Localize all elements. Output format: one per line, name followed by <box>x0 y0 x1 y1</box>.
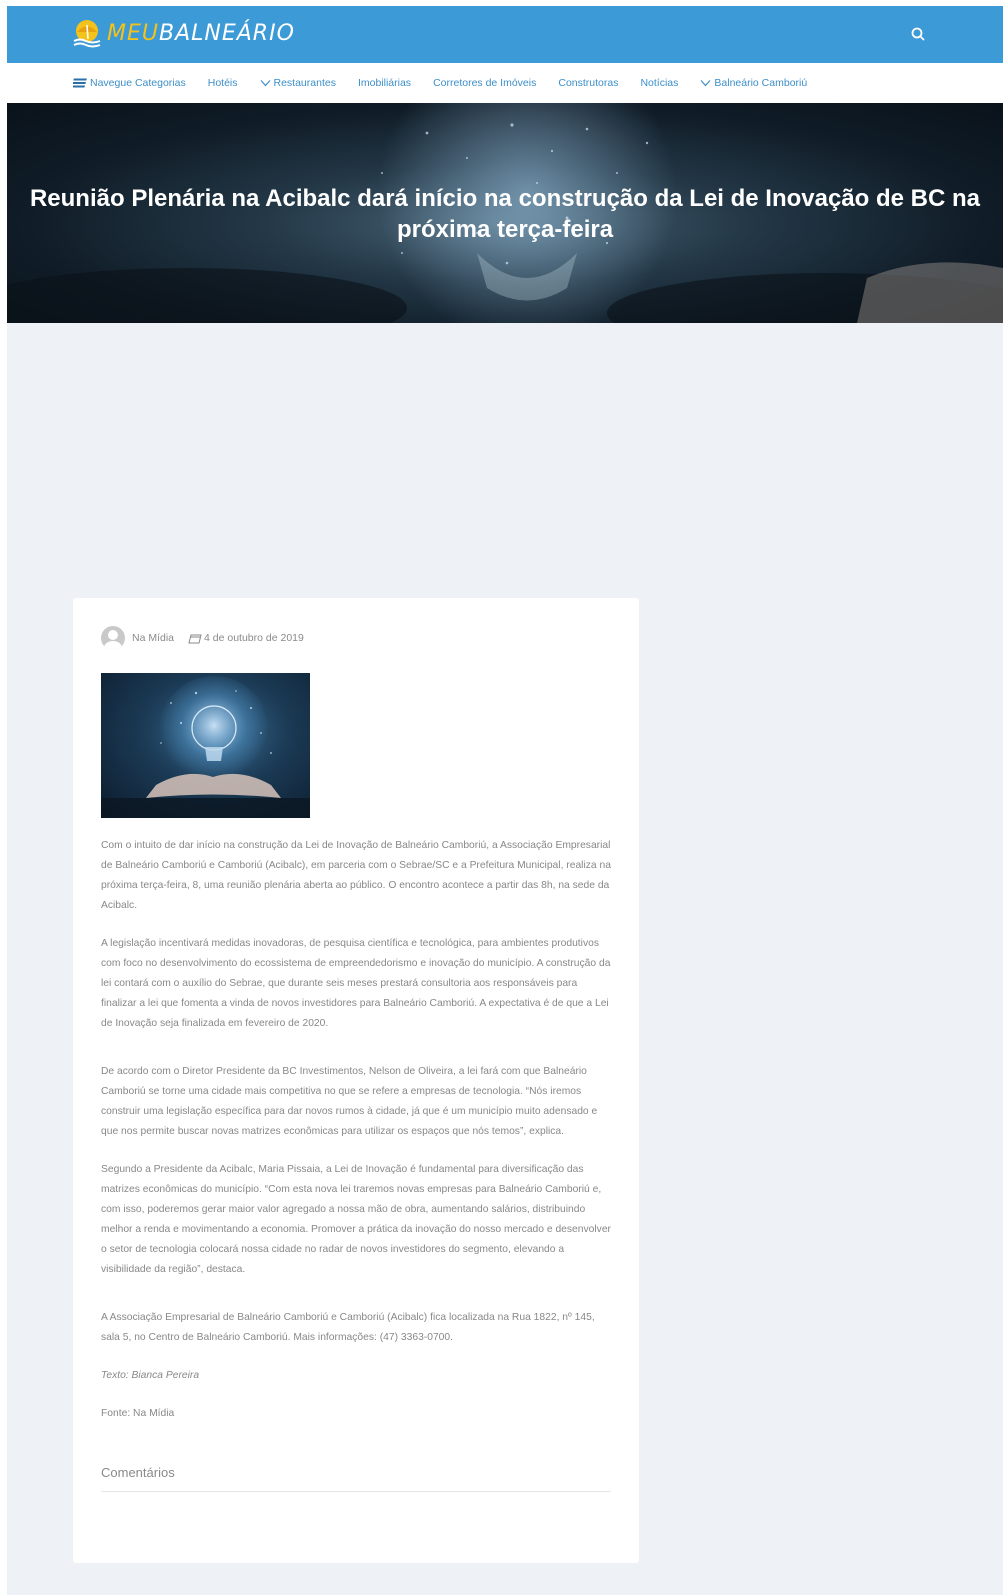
article-paragraph: Segundo a Presidente da Acibalc, Maria P… <box>101 1164 611 1275</box>
article-paragraph: A legislação incentivará medidas inovado… <box>101 938 611 1029</box>
nav-label: Notícias <box>640 77 679 89</box>
calendar-icon <box>188 634 202 643</box>
nav-label: Corretores de Imóveis <box>433 77 537 89</box>
nav-item-imobiliarias[interactable]: Imobiliárias <box>358 77 411 89</box>
post-date-wrap: 4 de outubro de 2019 <box>188 632 304 644</box>
comments-divider <box>101 1491 611 1492</box>
nav-label: Hotéis <box>207 77 238 89</box>
post-date: 4 de outubro de 2019 <box>204 632 304 644</box>
logo-text: MEUBALNEÁRIO <box>107 19 295 49</box>
nav-label: Restaurantes <box>273 77 336 89</box>
site-logo[interactable]: MEUBALNEÁRIO <box>71 18 295 50</box>
nav-label: Construtoras <box>558 77 619 89</box>
article-paragraph: Com o intuito de dar início na construçã… <box>101 840 611 911</box>
chevron-down-icon <box>700 80 711 87</box>
post-thumbnail[interactable] <box>101 673 310 818</box>
nav-list: Navegue Categorias Hotéis Restaurantes I… <box>73 63 829 103</box>
logo-meu: MEU <box>107 21 159 46</box>
nav-label: Imobiliárias <box>357 77 412 89</box>
post-author[interactable]: Na Mídia <box>132 632 174 644</box>
top-bar: MEUBALNEÁRIO <box>7 6 1003 63</box>
hero-banner: Reunião Plenária na Acibalc dará início … <box>7 103 1003 323</box>
author-avatar <box>101 626 125 650</box>
article-paragraph: De acordo com o Diretor Presidente da BC… <box>101 1066 598 1137</box>
lightbulb-thumbnail-image <box>101 676 310 818</box>
article-card: Na Mídia 4 de outubro de 2019 Com o intu… <box>73 598 639 1563</box>
article-credit: Texto: Bianca Pereira <box>101 1370 200 1381</box>
chevron-down-icon <box>260 80 270 87</box>
nav-item-hoteis[interactable]: Hotéis <box>208 77 238 89</box>
search-button[interactable] <box>907 23 929 45</box>
page-title: Reunião Plenária na Acibalc dará início … <box>29 185 981 243</box>
nav-item-corretores[interactable]: Corretores de Imóveis <box>433 77 536 89</box>
nav-item-restaurantes[interactable]: Restaurantes <box>260 77 336 89</box>
post-meta: Na Mídia 4 de outubro de 2019 <box>101 626 304 650</box>
nav-label: Balneário Camboriú <box>714 77 808 89</box>
nav-item-navegue-categorias[interactable]: Navegue Categorias <box>73 77 186 89</box>
nav-item-balneario-camboriu[interactable]: Balneário Camboriú <box>700 77 807 89</box>
page: MEUBALNEÁRIO Navegue Categorias Hotéis R… <box>7 6 1003 1595</box>
search-icon <box>911 27 925 41</box>
nav-label: Navegue Categorias <box>90 77 186 89</box>
logo-balneario: BALNEÁRIO <box>158 21 295 46</box>
article-source: Fonte: Na Mídia <box>101 1408 175 1419</box>
menu-icon <box>73 78 87 88</box>
article-body: Com o intuito de dar início na construçã… <box>101 836 613 1442</box>
nav-item-noticias[interactable]: Notícias <box>640 77 678 89</box>
beach-umbrella-logo-icon <box>73 20 101 48</box>
comments-heading: Comentários <box>101 1465 175 1480</box>
article-paragraph: A Associação Empresarial de Balneário Ca… <box>101 1312 595 1343</box>
nav-item-construtoras[interactable]: Construtoras <box>558 77 618 89</box>
category-nav: Navegue Categorias Hotéis Restaurantes I… <box>7 63 1003 103</box>
